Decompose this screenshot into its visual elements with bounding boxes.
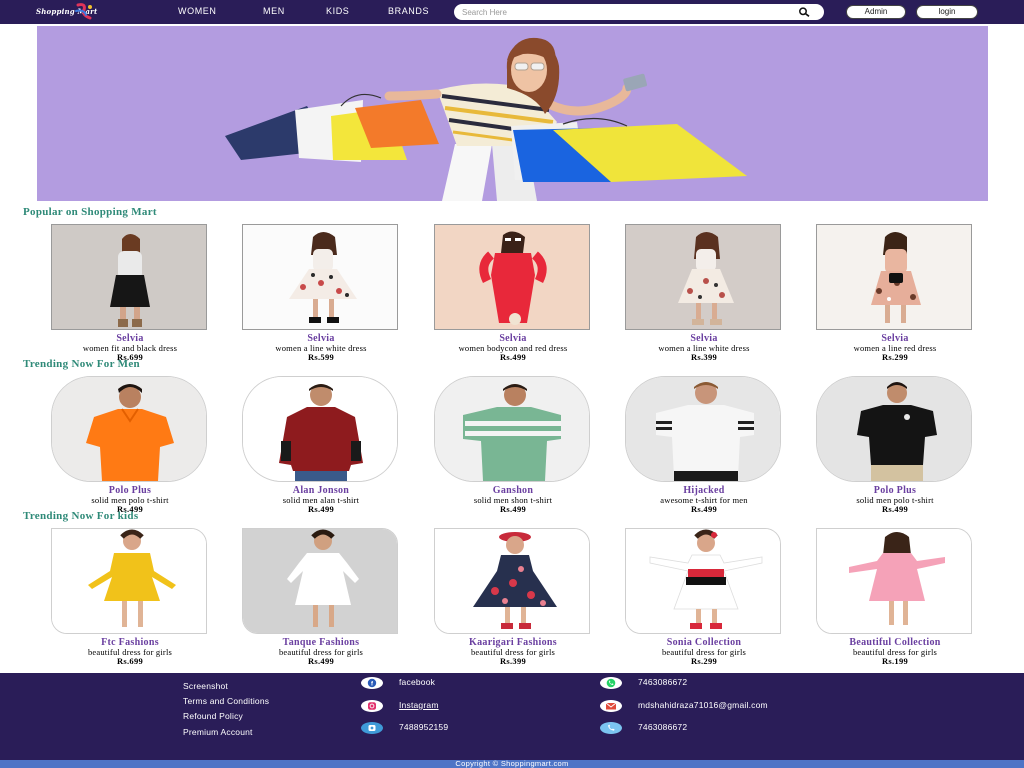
facebook-icon[interactable]: f xyxy=(361,677,383,689)
product-image[interactable] xyxy=(242,376,398,482)
product-description: women fit and black dress xyxy=(82,343,178,353)
product-image[interactable] xyxy=(625,528,781,634)
product-card[interactable]: Selvia women a line white dress Rs.599 xyxy=(242,224,400,362)
call-number[interactable]: 7463086672 xyxy=(638,722,687,732)
footer-link-refund-policy[interactable]: Refound Policy xyxy=(183,711,243,721)
product-price: Rs.499 xyxy=(881,504,909,514)
product-card[interactable]: Sonia Collection beautiful dress for gir… xyxy=(625,528,783,666)
top-navbar: Shopping Mart WOMEN MEN KIDS BRANDS Admi… xyxy=(0,0,1024,24)
product-description: women a line red dress xyxy=(853,343,937,353)
footer-link-screenshot[interactable]: Screenshot xyxy=(183,681,228,691)
product-card[interactable]: Polo Plus solid men polo t-shirt Rs.499 xyxy=(51,376,209,514)
whatsapp-icon[interactable] xyxy=(600,677,622,689)
nav-link-brands[interactable]: BRANDS xyxy=(388,6,429,16)
product-card[interactable]: Beautiful Collection beautiful dress for… xyxy=(816,528,974,666)
product-price: Rs.499 xyxy=(307,656,335,666)
product-description: solid men polo t-shirt xyxy=(856,495,934,505)
admin-button[interactable]: Admin xyxy=(846,5,906,19)
product-image[interactable] xyxy=(51,224,207,330)
logo-mark-icon xyxy=(75,3,92,20)
section-title-kids: Trending Now For kids xyxy=(23,510,139,522)
call-icon[interactable] xyxy=(600,722,622,734)
site-footer: Screenshot Terms and Conditions Refound … xyxy=(0,673,1024,760)
product-price: Rs.499 xyxy=(690,504,718,514)
product-card[interactable]: Alan Jonson solid men alan t-shirt Rs.49… xyxy=(242,376,400,514)
site-logo[interactable]: Shopping Mart xyxy=(36,3,128,21)
search-input[interactable] xyxy=(462,5,782,19)
product-image[interactable] xyxy=(625,376,781,482)
product-description: solid men alan t-shirt xyxy=(282,495,360,505)
product-price: Rs.599 xyxy=(307,352,335,362)
product-card[interactable]: Kaarigari Fashions beautiful dress for g… xyxy=(434,528,592,666)
footer-link-terms[interactable]: Terms and Conditions xyxy=(183,696,269,706)
product-description: women a line white dress xyxy=(658,343,750,353)
product-card[interactable]: Selvia women a line white dress Rs.399 xyxy=(625,224,783,362)
product-card[interactable]: Ftc Fashions beautiful dress for girls R… xyxy=(51,528,209,666)
section-title-popular: Popular on Shopping Mart xyxy=(23,206,157,218)
product-price: Rs.699 xyxy=(116,656,144,666)
product-card[interactable]: Selvia women a line red dress Rs.299 xyxy=(816,224,974,362)
hero-shopping-woman-image xyxy=(37,26,988,201)
product-description: women a line white dress xyxy=(275,343,367,353)
product-image[interactable] xyxy=(816,224,972,330)
product-price: Rs.299 xyxy=(690,656,718,666)
product-image[interactable] xyxy=(816,376,972,482)
product-card[interactable]: Ganshon solid men shon t-shirt Rs.499 xyxy=(434,376,592,514)
whatsapp-number[interactable]: 7463086672 xyxy=(638,677,687,687)
hero-banner[interactable] xyxy=(37,26,988,201)
product-image[interactable] xyxy=(434,376,590,482)
product-image[interactable] xyxy=(625,224,781,330)
product-description: women bodycon and red dress xyxy=(458,343,568,353)
search-icon[interactable] xyxy=(798,7,810,17)
product-description: beautiful dress for girls xyxy=(661,647,747,657)
search-bar xyxy=(454,4,824,20)
login-button[interactable]: login xyxy=(916,5,978,19)
product-description: beautiful dress for girls xyxy=(470,647,556,657)
product-price: Rs.199 xyxy=(881,656,909,666)
product-image[interactable] xyxy=(51,528,207,634)
product-description: beautiful dress for girls xyxy=(87,647,173,657)
instagram-link[interactable]: Instagram xyxy=(399,700,439,710)
email-icon[interactable] xyxy=(600,700,622,712)
product-description: awesome t-shirt for men xyxy=(660,495,748,505)
nav-link-men[interactable]: MEN xyxy=(263,6,285,16)
product-description: solid men shon t-shirt xyxy=(473,495,553,505)
copyright-bar: Copyright © Shoppingmart.com xyxy=(0,759,1024,768)
nav-link-women[interactable]: WOMEN xyxy=(178,6,217,16)
product-image[interactable] xyxy=(434,224,590,330)
section-title-men: Trending Now For Men xyxy=(23,358,140,370)
email-address[interactable]: mdshahidraza71016@gmail.com xyxy=(638,700,768,710)
product-image[interactable] xyxy=(242,224,398,330)
phone-number[interactable]: 7488952159 xyxy=(399,722,448,732)
product-price: Rs.499 xyxy=(307,504,335,514)
product-card[interactable]: Polo Plus solid men polo t-shirt Rs.499 xyxy=(816,376,974,514)
product-image[interactable] xyxy=(434,528,590,634)
footer-link-premium-account[interactable]: Premium Account xyxy=(183,727,253,737)
product-description: solid men polo t-shirt xyxy=(91,495,169,505)
product-price: Rs.499 xyxy=(499,352,527,362)
product-image[interactable] xyxy=(51,376,207,482)
instagram-icon[interactable] xyxy=(361,700,383,712)
product-price: Rs.499 xyxy=(499,504,527,514)
product-price: Rs.399 xyxy=(499,656,527,666)
product-card[interactable]: Tanque Fashions beautiful dress for girl… xyxy=(242,528,400,666)
nav-link-kids[interactable]: KIDS xyxy=(326,6,349,16)
product-description: beautiful dress for girls xyxy=(852,647,938,657)
phone-icon[interactable] xyxy=(361,722,383,734)
product-card[interactable]: Hijacked awesome t-shirt for men Rs.499 xyxy=(625,376,783,514)
product-price: Rs.299 xyxy=(881,352,909,362)
product-card[interactable]: Selvia women fit and black dress Rs.699 xyxy=(51,224,209,362)
facebook-link[interactable]: facebook xyxy=(399,677,435,687)
product-description: beautiful dress for girls xyxy=(278,647,364,657)
product-price: Rs.399 xyxy=(690,352,718,362)
copyright-text: Copyright © Shoppingmart.com xyxy=(455,759,569,768)
product-card[interactable]: Selvia women bodycon and red dress Rs.49… xyxy=(434,224,592,362)
product-image[interactable] xyxy=(816,528,972,634)
product-image[interactable] xyxy=(242,528,398,634)
